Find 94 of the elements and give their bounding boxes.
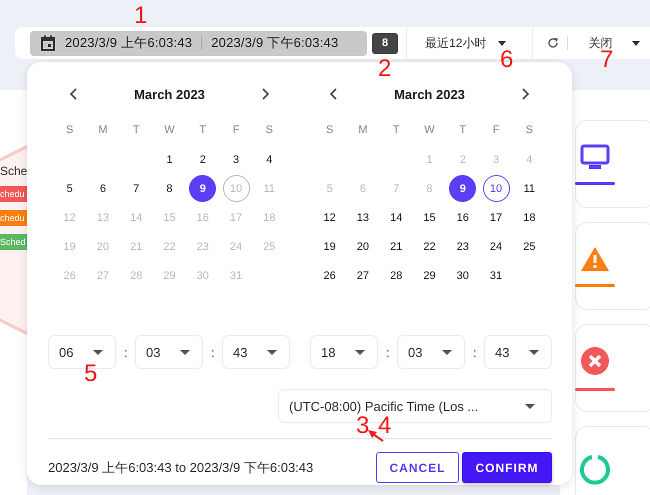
caret-icon bbox=[267, 350, 277, 354]
calendar-day[interactable]: 23 bbox=[449, 233, 476, 260]
calendar-day[interactable]: 9 bbox=[189, 175, 216, 202]
month-title: March 2023 bbox=[394, 86, 465, 102]
calendar-day[interactable]: 20 bbox=[349, 233, 376, 260]
weekday-label: S bbox=[266, 123, 274, 138]
annotation-number: 7 bbox=[600, 48, 614, 72]
time-separator: : bbox=[386, 344, 389, 360]
calendar-day[interactable]: 31 bbox=[482, 262, 510, 289]
schedule-title: Sche bbox=[0, 164, 27, 178]
calendar-day[interactable]: 30 bbox=[449, 262, 476, 289]
calendar-day[interactable]: 6 bbox=[89, 175, 116, 202]
accent-line bbox=[575, 388, 615, 390]
schedule-tag: chedu bbox=[0, 210, 27, 226]
calendar-day[interactable]: 17 bbox=[482, 204, 510, 231]
confirm-button[interactable]: CONFIRM bbox=[462, 452, 552, 483]
calendar-day[interactable]: 7 bbox=[122, 175, 150, 202]
calendar-day[interactable]: 11 bbox=[516, 175, 543, 202]
ring-icon bbox=[579, 454, 611, 486]
calendar-day[interactable]: 13 bbox=[349, 204, 376, 231]
caret-icon bbox=[93, 350, 103, 354]
refresh-icon bbox=[547, 37, 560, 49]
annotation-number: 2 bbox=[378, 57, 392, 81]
time-select[interactable]: 03 bbox=[135, 335, 203, 369]
caret-icon bbox=[529, 350, 539, 354]
calendar-day[interactable]: 5 bbox=[56, 175, 84, 202]
weekday-label: W bbox=[424, 123, 435, 138]
weekday-label: S bbox=[526, 123, 534, 138]
chevron-left-icon bbox=[329, 88, 337, 100]
time-select[interactable]: 18 bbox=[310, 335, 378, 369]
calendar-day[interactable]: 12 bbox=[316, 204, 344, 231]
accent-line bbox=[575, 284, 615, 286]
calendar-day[interactable]: 18 bbox=[516, 204, 543, 231]
calendar-day[interactable]: 21 bbox=[382, 233, 410, 260]
date-range-field[interactable]: 2023/3/9 上午6:03:43 2023/3/9 下午6:03:43 bbox=[30, 30, 367, 56]
weekday-label: T bbox=[199, 123, 206, 138]
time-select[interactable]: 43 bbox=[222, 335, 290, 369]
calendar-day[interactable]: 16 bbox=[449, 204, 476, 231]
error-icon bbox=[580, 346, 610, 376]
weekday-label: S bbox=[326, 123, 334, 138]
calendar-day[interactable]: 1 bbox=[156, 146, 183, 173]
annotation-number: 6 bbox=[500, 48, 514, 72]
calendar-day[interactable]: 4 bbox=[256, 146, 283, 173]
annotation-number: 1 bbox=[134, 4, 148, 28]
time-separator: : bbox=[473, 344, 476, 360]
calendar-day[interactable]: 10 bbox=[482, 175, 510, 202]
calendar-day[interactable]: 3 bbox=[222, 146, 250, 173]
calendar-icon bbox=[40, 35, 56, 51]
weekday-label: M bbox=[358, 123, 368, 138]
range-start: 2023/3/9 上午6:03:43 bbox=[65, 34, 192, 52]
time-separator: : bbox=[211, 344, 214, 360]
warning-icon bbox=[580, 246, 610, 272]
weekday-label: W bbox=[164, 123, 175, 138]
calendar-day[interactable]: 9 bbox=[449, 175, 476, 202]
cancel-button[interactable]: CANCEL bbox=[376, 452, 459, 483]
calendar-day[interactable]: 15 bbox=[416, 204, 443, 231]
time-select[interactable]: 43 bbox=[484, 335, 552, 369]
calendar-day[interactable]: 26 bbox=[316, 262, 344, 289]
time-select[interactable]: 03 bbox=[397, 335, 465, 369]
caret-icon bbox=[442, 350, 452, 354]
calendar-day[interactable]: 22 bbox=[416, 233, 443, 260]
weekday-label: S bbox=[66, 123, 74, 138]
weekday-label: T bbox=[392, 123, 400, 138]
calendar-day[interactable]: 25 bbox=[516, 233, 543, 260]
calendar-day[interactable]: 28 bbox=[382, 262, 410, 289]
schedule-tag: Sched bbox=[0, 234, 27, 250]
weekday-label: F bbox=[492, 123, 500, 138]
time-separator: : bbox=[124, 344, 127, 360]
weekday-label: T bbox=[459, 123, 466, 138]
calendar-day[interactable]: 24 bbox=[482, 233, 510, 260]
monitor-icon bbox=[580, 144, 610, 170]
count-badge: 8 bbox=[372, 32, 398, 54]
calendar-day[interactable]: 29 bbox=[416, 262, 443, 289]
caret-icon bbox=[498, 40, 506, 46]
weekday-label: M bbox=[98, 123, 108, 138]
chevron-left-icon bbox=[69, 88, 77, 100]
accent-line bbox=[575, 182, 615, 184]
calendar-day[interactable]: 14 bbox=[382, 204, 410, 231]
chevron-right-icon bbox=[262, 88, 270, 100]
calendar-day[interactable]: 8 bbox=[156, 175, 183, 202]
schedule-tag: chedu bbox=[0, 186, 27, 202]
weekday-label: T bbox=[132, 123, 140, 138]
caret-icon bbox=[632, 40, 640, 46]
caret-icon bbox=[355, 350, 365, 354]
caret-icon bbox=[525, 404, 535, 408]
range-end: 2023/3/9 下午6:03:43 bbox=[211, 34, 338, 52]
caret-icon bbox=[180, 350, 190, 354]
month-title: March 2023 bbox=[134, 86, 205, 102]
range-summary: 2023/3/9 上午6:03:43 to 2023/3/9 下午6:03:43 bbox=[48, 458, 314, 476]
calendar-day[interactable]: 27 bbox=[349, 262, 376, 289]
chevron-right-icon bbox=[522, 88, 530, 100]
calendar-day[interactable]: 2 bbox=[189, 146, 216, 173]
weekday-label: F bbox=[232, 123, 240, 138]
calendar-day[interactable]: 19 bbox=[316, 233, 344, 260]
